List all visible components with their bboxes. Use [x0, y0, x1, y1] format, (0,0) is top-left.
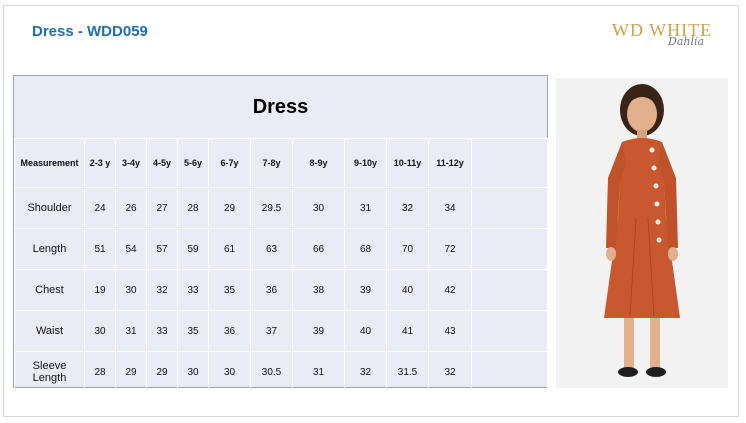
size-header-cell: 5-6y [177, 138, 209, 188]
size-header-cell [471, 138, 548, 188]
table-cell: 51 [84, 228, 116, 270]
table-cell: 29.5 [250, 187, 293, 229]
product-photo [556, 78, 728, 388]
measurement-header: Measurement [14, 138, 85, 188]
table-cell: 29 [208, 187, 251, 229]
table-cell: 70 [386, 228, 429, 270]
table-cell: 27 [146, 187, 178, 229]
size-header-cell: 2-3 y [84, 138, 116, 188]
table-cell: 72 [428, 228, 472, 270]
brand-logo: WD WHITE Dahlia [612, 18, 724, 52]
table-cell: 63 [250, 228, 293, 270]
table-cell: 28 [177, 187, 209, 229]
table-cell: 31 [115, 310, 147, 352]
table-cell [471, 310, 548, 352]
table-cell: 61 [208, 228, 251, 270]
table-cell: 32 [344, 351, 387, 393]
table-cell [471, 228, 548, 270]
size-header-cell: 8-9y [292, 138, 345, 188]
size-header-cell: 9-10y [344, 138, 387, 188]
size-table: Measurement 2-3 y 3-4y 4-5y 5-6y 6-7y 7-8y 8-9y… [14, 138, 548, 393]
table-cell: 39 [292, 310, 345, 352]
table-cell: 30 [84, 310, 116, 352]
table-cell: 42 [428, 269, 472, 311]
table-cell: 31.5 [386, 351, 429, 393]
row-label: Length [14, 228, 85, 270]
size-header-cell: 10-11y [386, 138, 429, 188]
table-cell: 38 [292, 269, 345, 311]
table-row: Shoulder 24 26 27 28 29 29.5 30 31 32 34 [14, 187, 548, 229]
table-cell: 54 [115, 228, 147, 270]
table-cell: 68 [344, 228, 387, 270]
table-row: Waist 30 31 33 35 36 37 39 40 41 43 [14, 310, 548, 352]
table-cell: 39 [344, 269, 387, 311]
table-cell: 32 [428, 351, 472, 393]
size-chart-heading: Dress [252, 95, 309, 118]
table-cell: 35 [208, 269, 251, 311]
table-header-row: Measurement 2-3 y 3-4y 4-5y 5-6y 6-7y 7-8y 8-9y… [14, 138, 548, 188]
table-cell: 19 [84, 269, 116, 311]
table-cell: 35 [177, 310, 209, 352]
row-label: Shoulder [14, 187, 85, 229]
table-cell: 31 [344, 187, 387, 229]
table-cell: 33 [177, 269, 209, 311]
logo-script-text: Dahlia [668, 35, 705, 48]
table-cell: 30 [292, 187, 345, 229]
table-cell: 24 [84, 187, 116, 229]
table-cell: 41 [386, 310, 429, 352]
table-cell: 32 [146, 269, 178, 311]
table-cell: 59 [177, 228, 209, 270]
table-cell: 32 [386, 187, 429, 229]
table-cell: 29 [146, 351, 178, 393]
table-cell: 30 [115, 269, 147, 311]
table-cell [471, 351, 548, 393]
size-header-cell: 4-5y [146, 138, 178, 188]
size-chart: Dress Measurement 2-3 y 3-4y 4-5y 5-6y 6-7y 7-… [13, 75, 548, 393]
table-cell: 30 [208, 351, 251, 393]
table-cell: 30 [177, 351, 209, 393]
size-header-cell: 11-12y [428, 138, 472, 188]
table-cell: 26 [115, 187, 147, 229]
row-label: Waist [14, 310, 85, 352]
table-cell [471, 187, 548, 229]
table-cell: 40 [344, 310, 387, 352]
table-cell: 31 [292, 351, 345, 393]
table-cell: 29 [115, 351, 147, 393]
table-cell [471, 269, 548, 311]
page-title: Dress - WDD059 [32, 23, 148, 40]
table-cell: 36 [250, 269, 293, 311]
girl-in-dress-image [556, 78, 728, 388]
table-cell: 34 [428, 187, 472, 229]
table-row: Length 51 54 57 59 61 63 66 68 70 72 [14, 228, 548, 270]
row-label: Chest [14, 269, 85, 311]
table-row: Sleeve Length 28 29 29 30 30 30.5 31 32 31.5 32 [14, 351, 548, 393]
table-cell: 57 [146, 228, 178, 270]
table-cell: 36 [208, 310, 251, 352]
table-cell: 40 [386, 269, 429, 311]
table-cell: 66 [292, 228, 345, 270]
size-header-cell: 3-4y [115, 138, 147, 188]
size-header-cell: 6-7y [208, 138, 251, 188]
size-header-cell: 7-8y [250, 138, 293, 188]
table-cell: 28 [84, 351, 116, 393]
row-label: Sleeve Length [14, 351, 85, 393]
table-row: Chest 19 30 32 33 35 36 38 39 40 42 [14, 269, 548, 311]
table-cell: 30.5 [250, 351, 293, 393]
table-cell: 43 [428, 310, 472, 352]
table-cell: 37 [250, 310, 293, 352]
table-cell: 33 [146, 310, 178, 352]
